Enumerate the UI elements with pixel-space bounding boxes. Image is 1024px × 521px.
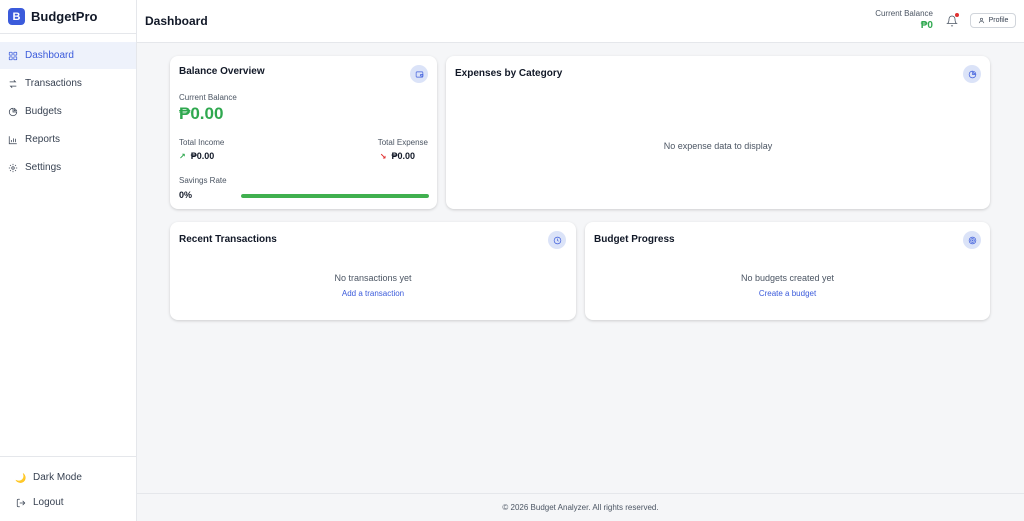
pie-chart-icon	[963, 65, 981, 83]
header-balance-label: Current Balance	[875, 9, 933, 18]
page-footer: © 2026 Budget Analyzer. All rights reser…	[137, 493, 1024, 521]
sidebar: B BudgetPro Dashboard Transactions Budge…	[0, 0, 137, 521]
sidebar-item-label: Reports	[25, 134, 61, 145]
arrow-up-right-icon: ↗	[179, 151, 186, 161]
savings-rate-value: 0%	[179, 190, 193, 200]
arrow-down-right-icon: ↘	[379, 151, 387, 161]
grid-icon	[8, 51, 18, 60]
logout-button[interactable]: Logout	[0, 490, 136, 515]
footer-text: © 2026 Budget Analyzer. All rights reser…	[502, 503, 659, 512]
header-balance: Current Balance ₱0	[875, 9, 933, 31]
logout-icon	[16, 498, 26, 508]
total-income-value: ↗ ₱0.00	[179, 151, 214, 161]
total-expense-amount: ₱0.00	[391, 151, 415, 161]
card-title: Budget Progress	[594, 234, 675, 245]
sidebar-item-label: Settings	[25, 162, 62, 173]
sidebar-item-dashboard[interactable]: Dashboard	[0, 42, 136, 69]
recent-transactions-card: Recent Transactions No transactions yet …	[170, 222, 576, 320]
notifications-button[interactable]	[946, 13, 959, 27]
sidebar-item-label: Transactions	[25, 78, 82, 89]
moon-icon: 🌙	[15, 472, 27, 483]
sidebar-item-label: Dashboard	[25, 50, 74, 61]
total-income-label: Total Income	[179, 138, 225, 147]
sidebar-nav: Dashboard Transactions Budgets Reports S…	[0, 42, 136, 181]
gear-icon	[8, 163, 18, 172]
logout-label: Logout	[33, 497, 64, 508]
savings-rate-progress	[241, 194, 429, 198]
arrows-swap-icon	[9, 79, 17, 88]
brand-logo: B	[8, 8, 25, 25]
add-transaction-link[interactable]: Add a transaction	[170, 289, 576, 298]
profile-button[interactable]: Profile	[970, 13, 1016, 28]
total-expense-label: Total Expense	[377, 138, 428, 147]
target-icon	[963, 231, 981, 249]
total-expense-value: ↘ ₱0.00	[380, 151, 415, 161]
create-budget-link[interactable]: Create a budget	[585, 289, 990, 298]
profile-label: Profile	[988, 17, 1009, 24]
card-title: Expenses by Category	[455, 68, 563, 79]
expenses-empty-message: No expense data to display	[663, 141, 773, 151]
total-income-amount: ₱0.00	[190, 151, 215, 161]
current-balance-value: ₱0.00	[179, 104, 224, 123]
page-title: Dashboard	[145, 14, 208, 28]
user-icon	[978, 17, 984, 24]
top-header: Dashboard Current Balance ₱0 Profile	[137, 0, 1024, 43]
savings-rate-label: Savings Rate	[179, 176, 227, 185]
dark-mode-toggle[interactable]: 🌙 Dark Mode	[0, 465, 136, 490]
current-balance-label: Current Balance	[179, 93, 237, 102]
brand[interactable]: B BudgetPro	[0, 0, 136, 34]
budget-progress-card: Budget Progress No budgets created yet C…	[585, 222, 990, 320]
expenses-by-category-card: Expenses by Category No expense data to …	[446, 56, 990, 209]
sidebar-item-label: Budgets	[25, 106, 62, 117]
card-title: Recent Transactions	[179, 234, 277, 245]
wallet-icon	[410, 65, 428, 83]
sidebar-item-budgets[interactable]: Budgets	[0, 98, 136, 125]
header-balance-value: ₱0	[920, 20, 933, 31]
pie-chart-icon	[8, 107, 18, 116]
balance-overview-card: Balance Overview Current Balance ₱0.00 T…	[170, 56, 437, 209]
brand-name: BudgetPro	[31, 9, 98, 24]
sidebar-item-transactions[interactable]: Transactions	[0, 70, 136, 97]
card-title: Balance Overview	[179, 66, 265, 77]
savings-rate-progress-fill	[241, 194, 429, 198]
clock-icon	[548, 231, 566, 249]
sidebar-item-settings[interactable]: Settings	[0, 154, 136, 181]
budgets-empty-message: No budgets created yet	[740, 273, 835, 283]
dark-mode-label: Dark Mode	[33, 472, 82, 483]
notification-badge	[955, 13, 959, 17]
sidebar-item-reports[interactable]: Reports	[0, 126, 136, 153]
bar-chart-icon	[8, 135, 17, 144]
transactions-empty-message: No transactions yet	[334, 273, 412, 283]
sidebar-footer: 🌙 Dark Mode Logout	[0, 456, 136, 521]
